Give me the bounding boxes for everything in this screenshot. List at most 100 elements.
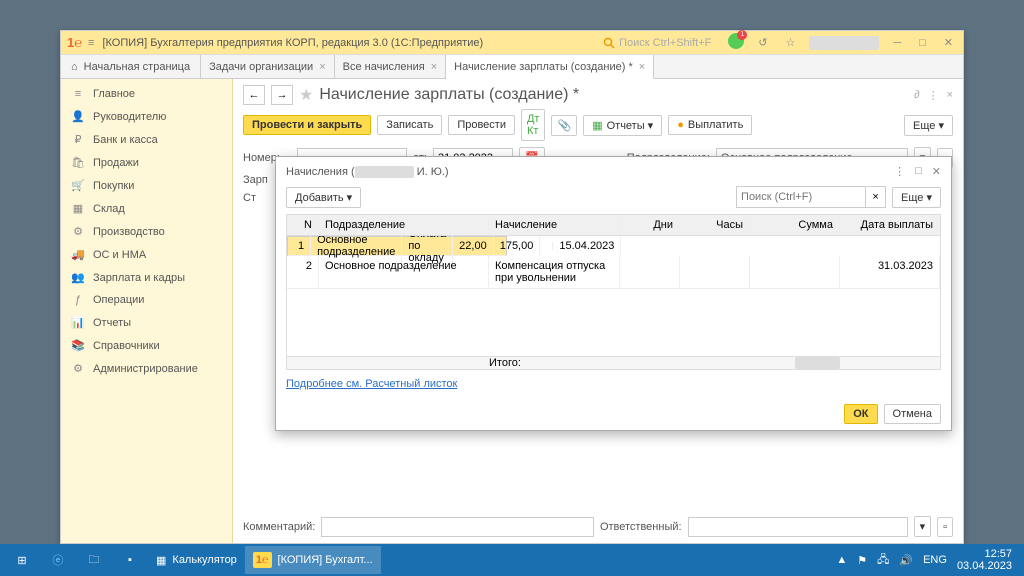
start-button[interactable]: ⊞ [4, 546, 40, 574]
close-tab-icon[interactable]: × [319, 61, 325, 73]
window-title: [КОПИЯ] Бухгалтерия предприятия КОРП, ре… [102, 37, 483, 49]
maximize-icon[interactable]: □ [915, 35, 930, 51]
tray-lang[interactable]: ENG [923, 554, 947, 566]
taskbar-app-1c[interactable]: 1℮[КОПИЯ] Бухгалт... [245, 546, 381, 574]
responsible-input[interactable] [688, 517, 908, 537]
payslip-link[interactable]: Подробнее см. Расчетный листок [276, 370, 951, 398]
dialog-more-button[interactable]: Еще ▾ [892, 187, 941, 208]
table-row[interactable]: 1Основное подразделениеОплата по окладу2… [287, 236, 507, 256]
tray-flag-icon[interactable]: ⚑ [857, 554, 867, 567]
sidebar-label: Администрирование [93, 363, 198, 375]
sidebar-label: Отчеты [93, 317, 131, 329]
more-button[interactable]: Еще ▾ [904, 115, 953, 136]
sidebar-icon: 📊 [71, 316, 85, 329]
history-icon[interactable]: ↺ [754, 34, 771, 51]
sidebar-label: Главное [93, 88, 135, 100]
sidebar-label: Операции [93, 294, 144, 306]
sidebar-item[interactable]: ≡ Главное [61, 83, 232, 105]
options-icon[interactable]: ⋮ [928, 89, 939, 102]
label-salary: Зарп [243, 174, 268, 186]
sidebar-icon: ⚙ [71, 362, 85, 375]
close-tab-icon[interactable]: × [639, 61, 645, 73]
minimize-icon[interactable]: ─ [889, 35, 905, 51]
ok-button[interactable]: ОК [844, 404, 877, 424]
sidebar-label: Склад [93, 203, 125, 215]
sidebar-icon: 👥 [71, 271, 85, 284]
open-icon[interactable]: ▫ [937, 517, 953, 537]
tab-home[interactable]: ⌂Начальная страница [61, 55, 201, 78]
reports-button[interactable]: ▦Отчеты ▾ [583, 115, 662, 136]
comment-input[interactable] [321, 517, 594, 537]
clear-search-icon[interactable]: × [866, 186, 886, 208]
home-icon: ⌂ [71, 61, 78, 73]
dialog-title: Начисления (xx И. Ю.) [286, 166, 449, 178]
save-button[interactable]: Записать [377, 115, 442, 135]
ie-icon[interactable]: ⓔ [40, 546, 76, 574]
sidebar-icon: 🚚 [71, 248, 85, 261]
sidebar-item[interactable]: 🛍Продажи [61, 151, 232, 174]
table-footer: Итого: x [287, 356, 940, 369]
link-icon[interactable]: ∂ [914, 89, 919, 102]
dropdown-icon[interactable]: ▾ [914, 516, 932, 537]
tray-up-icon[interactable]: ▲ [836, 554, 847, 566]
tab-salary-accrual[interactable]: Начисление зарплаты (создание) *× [446, 55, 654, 79]
close-icon[interactable]: ✕ [940, 34, 957, 51]
sidebar-item[interactable]: 📚Справочники [61, 334, 232, 357]
table-header: N Подразделение Начисление Дни Часы Сумм… [287, 215, 940, 236]
add-button[interactable]: Добавить ▾ [286, 187, 361, 208]
tabbar: ⌂Начальная страница Задачи организации× … [61, 55, 963, 79]
sidebar-item[interactable]: 🚚 ОС и НМА [61, 243, 232, 266]
dialog-maximize-icon[interactable]: □ [915, 165, 922, 178]
post-and-close-button[interactable]: Провести и закрыть [243, 115, 371, 135]
sidebar-label: Банк и касса [93, 134, 158, 146]
favorite-icon[interactable]: ☆ [781, 34, 799, 51]
dialog-search-input[interactable] [736, 186, 866, 208]
forward-button[interactable]: → [271, 85, 293, 105]
tab-tasks[interactable]: Задачи организации× [201, 55, 335, 78]
dialog-options-icon[interactable]: ⋮ [894, 165, 905, 178]
attach-icon[interactable]: 📎 [551, 115, 577, 136]
notifications-icon[interactable]: 1 [728, 33, 744, 52]
sidebar-icon: ₽ [71, 133, 85, 146]
sidebar-label: Покупки [93, 180, 134, 192]
close-tab-icon[interactable]: × [431, 61, 437, 73]
explorer-icon[interactable]: 🗀 [76, 546, 112, 574]
sidebar-icon: 📚 [71, 339, 85, 352]
menu-icon[interactable]: ≡ [88, 37, 94, 49]
sidebar-item[interactable]: 👥Зарплата и кадры [61, 266, 232, 289]
sidebar-label: ОС и НМА [93, 249, 146, 261]
label-comment: Комментарий: [243, 521, 315, 533]
sidebar-item[interactable]: ₽ Банк и касса [61, 128, 232, 151]
back-button[interactable]: ← [243, 85, 265, 105]
tray-volume-icon[interactable]: 🔊 [899, 554, 913, 567]
sidebar-item[interactable]: 📊 Отчеты [61, 311, 232, 334]
cancel-button[interactable]: Отмена [884, 404, 941, 424]
sidebar-item[interactable]: ƒОперации [61, 289, 232, 311]
tab-all-accruals[interactable]: Все начисления× [335, 55, 447, 78]
label-st: Ст [243, 192, 256, 204]
sidebar-item[interactable]: ⚙ Администрирование [61, 357, 232, 380]
dialog-close-icon[interactable]: ✕ [932, 165, 941, 178]
sidebar-icon: ≡ [71, 88, 85, 100]
sidebar-icon: 👤 [71, 110, 85, 123]
star-icon[interactable]: ★ [299, 85, 313, 105]
post-button[interactable]: Провести [448, 115, 515, 135]
sidebar-label: Продажи [93, 157, 139, 169]
taskbar-app-calc[interactable]: ▦ Калькулятор [148, 546, 245, 574]
sidebar-icon: ▦ [71, 202, 85, 215]
cmd-icon[interactable]: ▪ [112, 546, 148, 574]
tray-network-icon[interactable]: 🖧 [877, 551, 889, 570]
sidebar-item[interactable]: ⚙Производство [61, 220, 232, 243]
dt-kt-icon[interactable]: ДтКт [521, 109, 546, 141]
pay-button[interactable]: ●Выплатить [668, 115, 752, 135]
tray-clock[interactable]: 12:5703.04.2023 [957, 548, 1012, 572]
sidebar-item[interactable]: 👤 Руководителю [61, 105, 232, 128]
table-row[interactable]: 2Основное подразделениеКомпенсация отпус… [287, 256, 940, 289]
titlebar: 1℮ ≡ [КОПИЯ] Бухгалтерия предприятия КОР… [61, 31, 963, 55]
global-search[interactable]: Поиск Ctrl+Shift+F [603, 37, 711, 49]
sidebar-label: Руководителю [93, 111, 166, 123]
sidebar-item[interactable]: 🛒Покупки [61, 174, 232, 197]
sidebar-item[interactable]: ▦ Склад [61, 197, 232, 220]
close-page-icon[interactable]: × [947, 89, 953, 102]
logo-1c: 1℮ [67, 35, 82, 50]
